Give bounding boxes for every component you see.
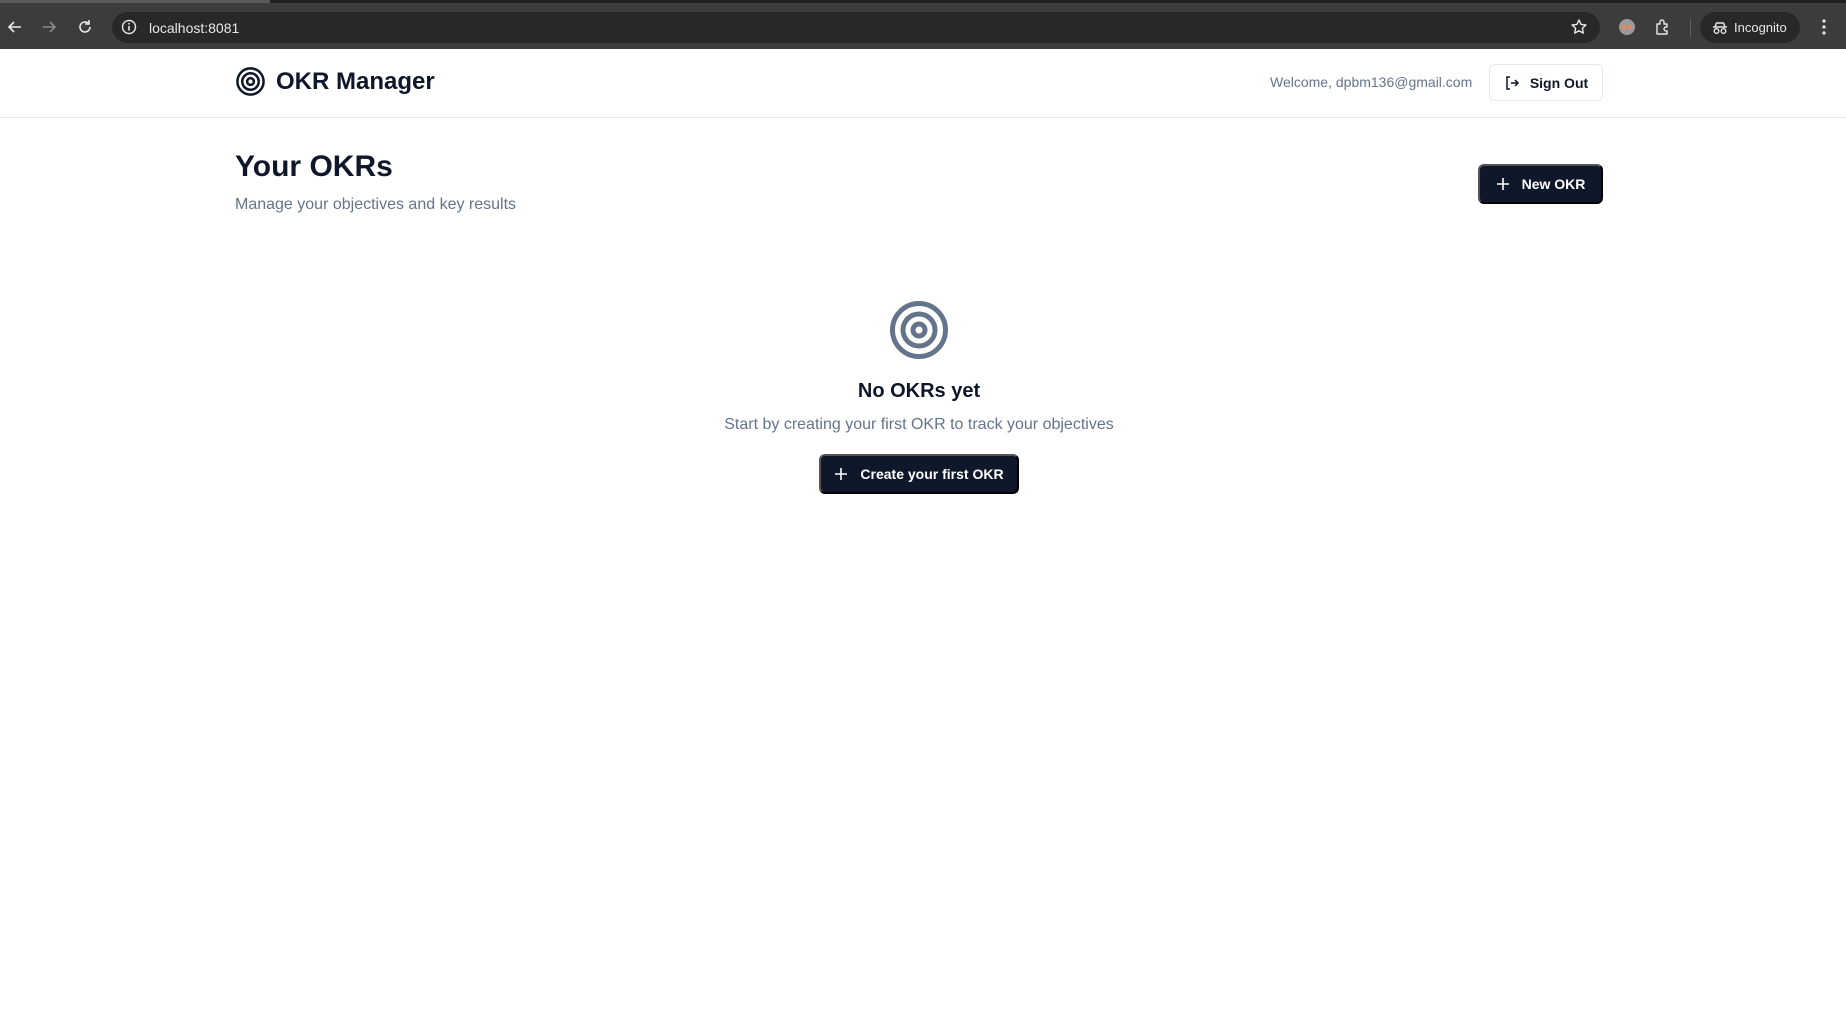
sign-out-label: Sign Out bbox=[1529, 74, 1589, 91]
reload-icon bbox=[79, 20, 91, 33]
app-header: OKR Manager Welcome, dpbm136@gmail.com S… bbox=[0, 49, 1846, 118]
brand[interactable]: OKR Manager bbox=[235, 66, 435, 97]
incognito-label: Incognito bbox=[1734, 20, 1787, 35]
reload-button[interactable] bbox=[73, 15, 97, 39]
puzzle-icon bbox=[1656, 19, 1668, 35]
plus-icon bbox=[835, 468, 848, 480]
new-okr-button[interactable]: New OKR bbox=[1478, 164, 1603, 204]
new-okr-label: New OKR bbox=[1521, 176, 1586, 192]
info-icon[interactable] bbox=[121, 19, 137, 40]
incognito-icon bbox=[1713, 21, 1727, 34]
bookmark-star-icon[interactable] bbox=[1570, 18, 1588, 41]
create-first-okr-button[interactable]: Create your first OKR bbox=[819, 454, 1019, 494]
profile-extension-icon bbox=[1619, 19, 1635, 35]
extensions-button[interactable] bbox=[1651, 15, 1675, 39]
arrow-right-icon bbox=[43, 21, 57, 33]
address-bar[interactable]: localhost:8081 bbox=[112, 12, 1600, 43]
brand-title: OKR Manager bbox=[276, 67, 435, 95]
empty-state-target-icon bbox=[889, 300, 949, 365]
sign-out-button[interactable]: Sign Out bbox=[1489, 64, 1603, 101]
browser-toolbar: localhost:8081 Incognito bbox=[0, 0, 1846, 49]
create-first-okr-label: Create your first OKR bbox=[860, 466, 1004, 482]
target-icon bbox=[890, 301, 948, 359]
browser-menu-button[interactable] bbox=[1814, 15, 1834, 39]
toolbar-divider bbox=[1690, 19, 1691, 37]
incognito-badge[interactable]: Incognito bbox=[1700, 12, 1800, 43]
page-title: Your OKRs bbox=[235, 150, 393, 183]
extension-icon[interactable] bbox=[1615, 15, 1639, 39]
log-out-icon bbox=[1506, 75, 1519, 90]
back-button[interactable] bbox=[3, 15, 27, 39]
tab-strip bbox=[0, 0, 270, 3]
page-subtitle: Manage your objectives and key results bbox=[235, 196, 517, 213]
arrow-left-icon bbox=[7, 21, 21, 33]
welcome-text: Welcome, dpbm136@gmail.com bbox=[1270, 74, 1473, 90]
empty-state-title: No OKRs yet bbox=[857, 380, 981, 402]
more-vertical-icon bbox=[1822, 19, 1826, 35]
empty-state-description: Start by creating your first OKR to trac… bbox=[724, 416, 1114, 433]
url-text[interactable]: localhost:8081 bbox=[149, 20, 239, 36]
forward-button[interactable] bbox=[37, 15, 61, 39]
target-icon bbox=[236, 67, 265, 96]
plus-icon bbox=[1496, 178, 1509, 190]
